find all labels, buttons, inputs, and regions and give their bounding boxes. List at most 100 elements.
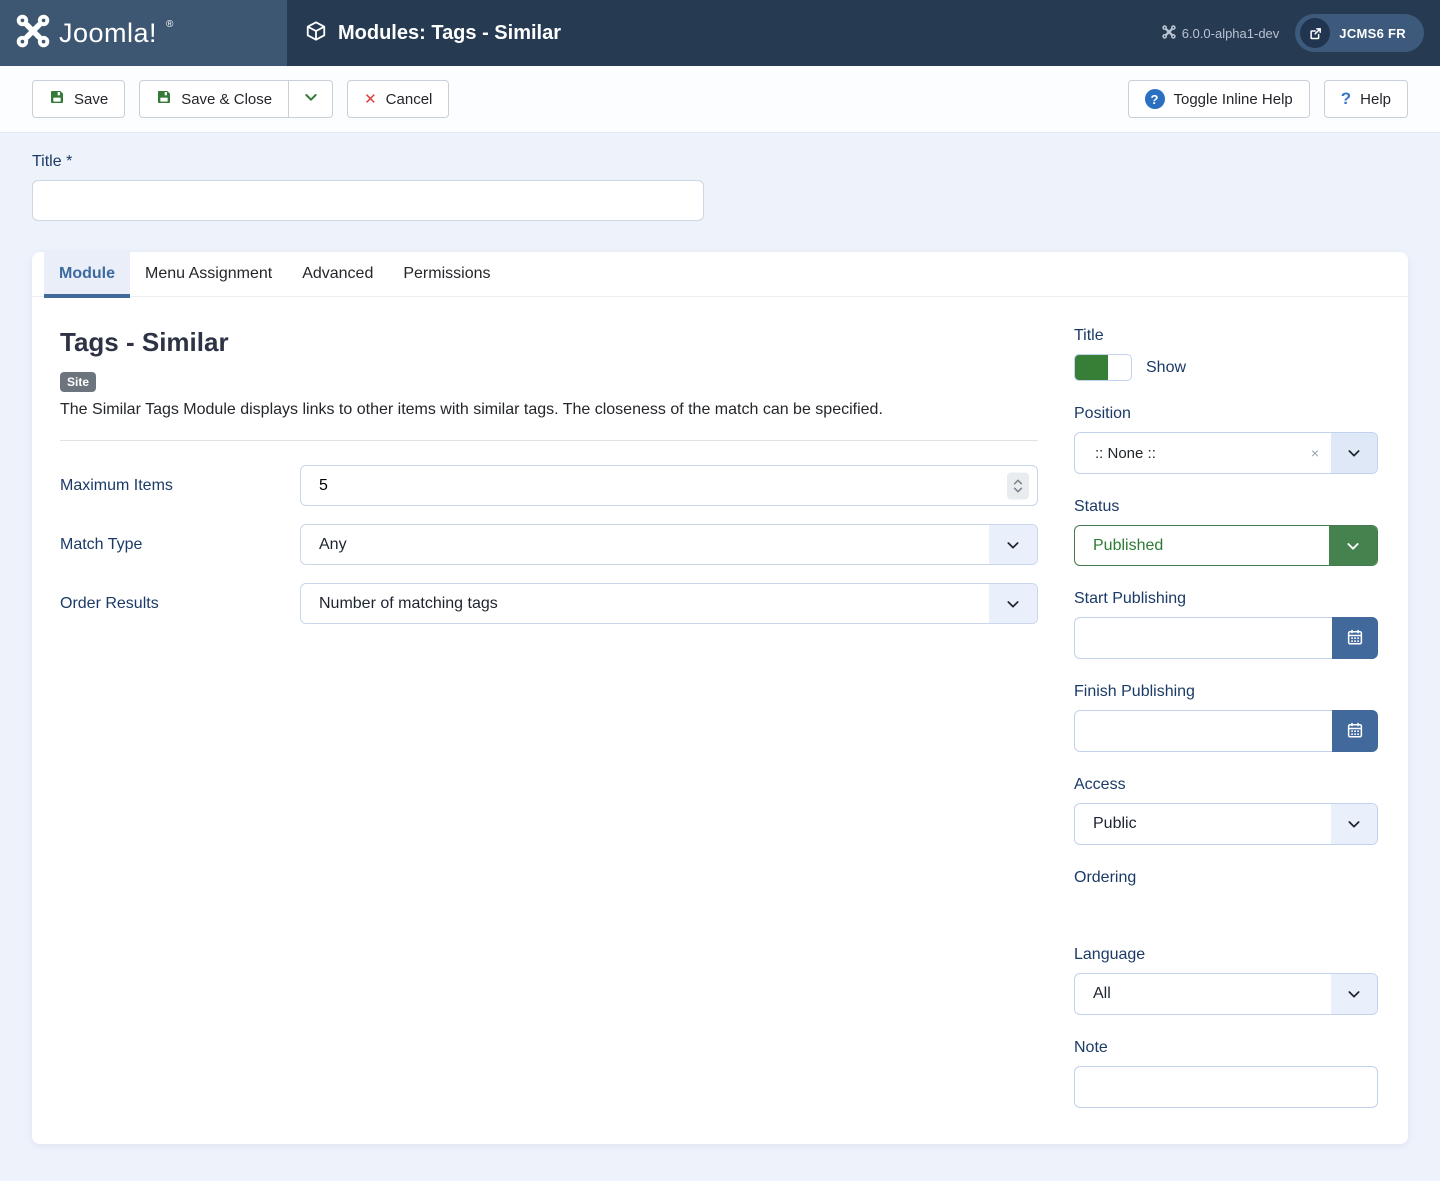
chevron-down-icon xyxy=(989,525,1037,564)
start-publishing-control xyxy=(1074,617,1378,659)
note-group: Note xyxy=(1074,1039,1378,1108)
section-divider xyxy=(60,440,1038,441)
finish-publishing-control xyxy=(1074,710,1378,752)
toggle-inline-help-button[interactable]: ? Toggle Inline Help xyxy=(1127,80,1310,118)
number-stepper[interactable] xyxy=(1007,472,1029,499)
match-type-value: Any xyxy=(319,535,347,553)
access-label: Access xyxy=(1074,776,1126,793)
top-header: Joomla! ® Modules: Tags - Similar 6.0.0-… xyxy=(0,0,1440,66)
joomla-version-icon xyxy=(1162,24,1176,42)
joomla-logo[interactable]: Joomla! ® xyxy=(0,0,287,66)
show-title-toggle[interactable] xyxy=(1074,354,1132,381)
module-options-column: Tags - Similar Site The Similar Tags Mod… xyxy=(60,327,1038,1108)
save-and-close-button[interactable]: Save & Close xyxy=(139,80,290,118)
cancel-label: Cancel xyxy=(385,90,433,108)
chevron-down-icon xyxy=(1331,804,1377,844)
main-content: Title * Module Menu Assignment Advanced … xyxy=(0,153,1440,1144)
tab-permissions[interactable]: Permissions xyxy=(388,252,505,296)
edit-form-card: Module Menu Assignment Advanced Permissi… xyxy=(32,252,1408,1144)
module-title-field-group: Title * xyxy=(32,153,1408,221)
note-label: Note xyxy=(1074,1039,1108,1056)
site-badge: Site xyxy=(60,372,97,392)
status-value: Published xyxy=(1093,536,1164,554)
show-title-state-label: Show xyxy=(1146,358,1187,376)
match-type-select[interactable]: Any xyxy=(300,524,1038,565)
position-group: Position :: None :: × xyxy=(1074,405,1378,474)
show-title-label: Title xyxy=(1074,327,1104,344)
cancel-x-icon: ✕ xyxy=(364,91,377,108)
start-publishing-group: Start Publishing xyxy=(1074,590,1378,659)
module-description: The Similar Tags Module displays links t… xyxy=(60,401,883,418)
ordering-group: Ordering xyxy=(1074,869,1378,922)
page-head: Modules: Tags - Similar xyxy=(287,0,1162,66)
chevron-down-icon xyxy=(1329,526,1377,565)
toolbar-right: ? Toggle Inline Help ? Help xyxy=(1127,80,1408,118)
language-group: Language All xyxy=(1074,946,1378,1015)
order-results-row: Order Results Number of matching tags xyxy=(60,583,1038,624)
position-combobox[interactable]: :: None :: × xyxy=(1074,432,1378,474)
match-type-row: Match Type Any xyxy=(60,524,1038,565)
start-publishing-input[interactable] xyxy=(1074,617,1332,659)
position-value: :: None :: xyxy=(1095,444,1156,462)
finish-publishing-calendar-button[interactable] xyxy=(1332,710,1378,752)
maximum-items-input[interactable] xyxy=(300,465,1038,506)
status-label: Status xyxy=(1074,498,1120,515)
tab-menu-assignment[interactable]: Menu Assignment xyxy=(130,252,287,296)
brand-name: Joomla! xyxy=(59,17,158,48)
language-label: Language xyxy=(1074,946,1146,963)
joomla-logo-icon xyxy=(16,14,50,53)
language-value: All xyxy=(1093,985,1111,1002)
preview-site-button[interactable]: JCMS6 FR xyxy=(1295,14,1424,52)
form-tabs: Module Menu Assignment Advanced Permissi… xyxy=(32,252,1408,298)
module-tab-panel: Tags - Similar Site The Similar Tags Mod… xyxy=(32,297,1408,1144)
position-label: Position xyxy=(1074,405,1131,422)
site-button-label: JCMS6 FR xyxy=(1339,25,1406,41)
save-and-close-label: Save & Close xyxy=(181,90,273,108)
module-heading: Tags - Similar xyxy=(60,327,229,357)
version-info: 6.0.0-alpha1-dev xyxy=(1162,24,1279,42)
access-select[interactable]: Public xyxy=(1074,803,1378,845)
tab-advanced[interactable]: Advanced xyxy=(287,252,388,296)
ordering-empty-space xyxy=(1074,896,1378,922)
start-publishing-calendar-button[interactable] xyxy=(1332,617,1378,659)
match-type-control: Any xyxy=(300,524,1038,565)
question-circle-icon: ? xyxy=(1144,89,1165,109)
access-group: Access Public xyxy=(1074,776,1378,845)
order-results-select[interactable]: Number of matching tags xyxy=(300,583,1038,624)
module-title-input[interactable] xyxy=(32,180,704,221)
chevron-down-icon xyxy=(1331,974,1377,1014)
brand-registered-mark: ® xyxy=(166,18,174,30)
toolbar-left: Save Save & Close ✕ Cancel xyxy=(32,80,450,118)
ordering-label: Ordering xyxy=(1074,869,1137,886)
toggle-inline-help-label: Toggle Inline Help xyxy=(1173,90,1293,108)
save-label: Save xyxy=(74,90,109,108)
order-results-control: Number of matching tags xyxy=(300,583,1038,624)
toggle-on-segment xyxy=(1075,355,1108,380)
note-input[interactable] xyxy=(1074,1066,1378,1108)
question-mark-icon: ? xyxy=(1340,89,1352,108)
finish-publishing-input[interactable] xyxy=(1074,710,1332,752)
finish-publishing-group: Finish Publishing xyxy=(1074,683,1378,752)
match-type-label: Match Type xyxy=(60,535,143,553)
maximum-items-row: Maximum Items xyxy=(60,465,1038,506)
tab-module[interactable]: Module xyxy=(44,252,130,298)
status-select[interactable]: Published xyxy=(1074,525,1378,566)
language-select[interactable]: All xyxy=(1074,973,1378,1015)
external-link-icon xyxy=(1300,18,1331,48)
save-close-group: Save & Close xyxy=(139,80,334,118)
calendar-icon xyxy=(1346,721,1364,742)
finish-publishing-label: Finish Publishing xyxy=(1074,683,1195,700)
show-title-toggle-row: Show xyxy=(1074,354,1378,381)
action-toolbar: Save Save & Close ✕ Cancel ? Toggle Inli… xyxy=(0,66,1440,133)
module-settings-sidebar: Title Show Position :: None :: × Status … xyxy=(1074,327,1378,1108)
show-title-group: Title Show xyxy=(1074,327,1378,381)
help-button[interactable]: ? Help xyxy=(1323,80,1408,118)
cancel-button[interactable]: ✕ Cancel xyxy=(347,80,450,118)
module-title-label: Title * xyxy=(32,153,73,170)
chevron-down-icon xyxy=(303,89,319,109)
save-button[interactable]: Save xyxy=(32,80,126,118)
page-title: Modules: Tags - Similar xyxy=(338,21,561,44)
order-results-value: Number of matching tags xyxy=(319,594,498,612)
save-options-dropdown-button[interactable] xyxy=(289,80,334,118)
clear-selection-icon[interactable]: × xyxy=(1311,445,1319,461)
